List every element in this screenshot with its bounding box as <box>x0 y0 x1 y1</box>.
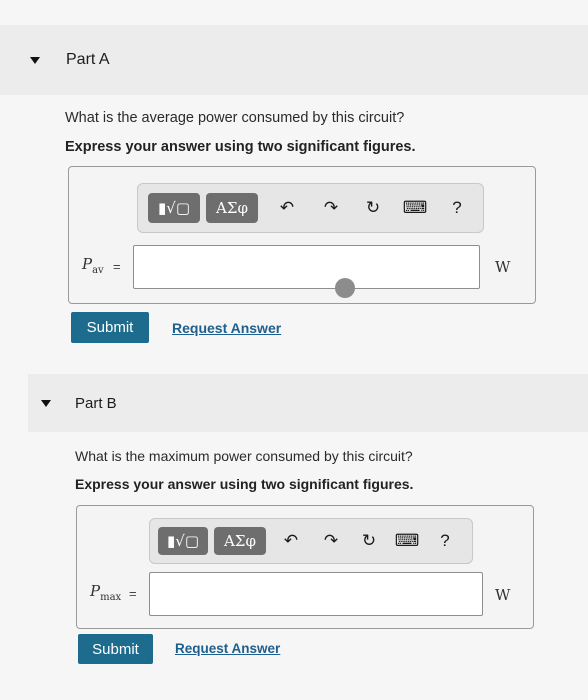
help-icon[interactable]: ? <box>432 531 458 551</box>
templates-button[interactable]: ▮√▢ <box>148 193 200 223</box>
part-b-instruction: Express your answer using two significan… <box>75 476 414 492</box>
part-a-answer-input[interactable] <box>133 245 480 289</box>
greek-symbols-button[interactable]: ΑΣφ <box>214 527 266 555</box>
greek-symbols-button[interactable]: ΑΣφ <box>206 193 258 223</box>
part-a-title: Part A <box>66 51 110 68</box>
reset-icon[interactable]: ↻ <box>360 198 386 218</box>
undo-icon[interactable]: ↶ <box>278 531 304 551</box>
part-b-title: Part B <box>75 394 117 412</box>
part-b-submit-button[interactable]: Submit <box>78 634 153 664</box>
page: Part A What is the average power consume… <box>0 0 588 700</box>
part-a-variable-label: Pav <box>82 255 104 276</box>
collapse-caret-icon[interactable] <box>41 399 51 407</box>
part-a-question: What is the average power consumed by th… <box>65 110 405 126</box>
part-a-math-toolbar: ▮√▢ ΑΣφ ↶ ↷ ↻ ⌨ ? <box>137 183 484 233</box>
part-b-header[interactable]: Part B <box>28 374 588 432</box>
part-b-question: What is the maximum power consumed by th… <box>75 448 413 464</box>
part-b-math-toolbar: ▮√▢ ΑΣφ ↶ ↷ ↻ ⌨ ? <box>149 518 473 564</box>
templates-button[interactable]: ▮√▢ <box>158 527 208 555</box>
variable-subscript: av <box>92 265 104 276</box>
equals-sign: = <box>113 259 121 274</box>
part-b-answer-input[interactable] <box>149 572 483 616</box>
part-a-unit: W <box>495 258 511 276</box>
variable-symbol: P <box>90 582 101 600</box>
collapse-caret-icon[interactable] <box>30 56 40 64</box>
part-a-instruction: Express your answer using two significan… <box>65 139 416 155</box>
part-a-submit-button[interactable]: Submit <box>71 312 149 343</box>
variable-subscript: max <box>100 592 122 603</box>
part-b-request-answer-link[interactable]: Request Answer <box>175 641 280 656</box>
keyboard-icon[interactable]: ⌨ <box>394 531 420 551</box>
part-a-request-answer-link[interactable]: Request Answer <box>172 320 281 336</box>
part-b-answer-box: ▮√▢ ΑΣφ ↶ ↷ ↻ ⌨ ? Pmax = W <box>76 505 534 629</box>
part-a-answer-box: ▮√▢ ΑΣφ ↶ ↷ ↻ ⌨ ? Pav = W <box>68 166 536 304</box>
undo-icon[interactable]: ↶ <box>274 198 300 218</box>
variable-symbol: P <box>82 255 93 273</box>
equals-sign: = <box>129 586 137 601</box>
cursor-dot <box>335 278 355 298</box>
part-b-variable-label: Pmax <box>90 582 121 603</box>
reset-icon[interactable]: ↻ <box>356 531 382 551</box>
redo-icon[interactable]: ↷ <box>318 531 344 551</box>
redo-icon[interactable]: ↷ <box>318 198 344 218</box>
part-b-unit: W <box>495 586 511 604</box>
help-icon[interactable]: ? <box>444 198 470 218</box>
part-a-header[interactable]: Part A <box>0 25 588 95</box>
keyboard-icon[interactable]: ⌨ <box>402 198 428 218</box>
